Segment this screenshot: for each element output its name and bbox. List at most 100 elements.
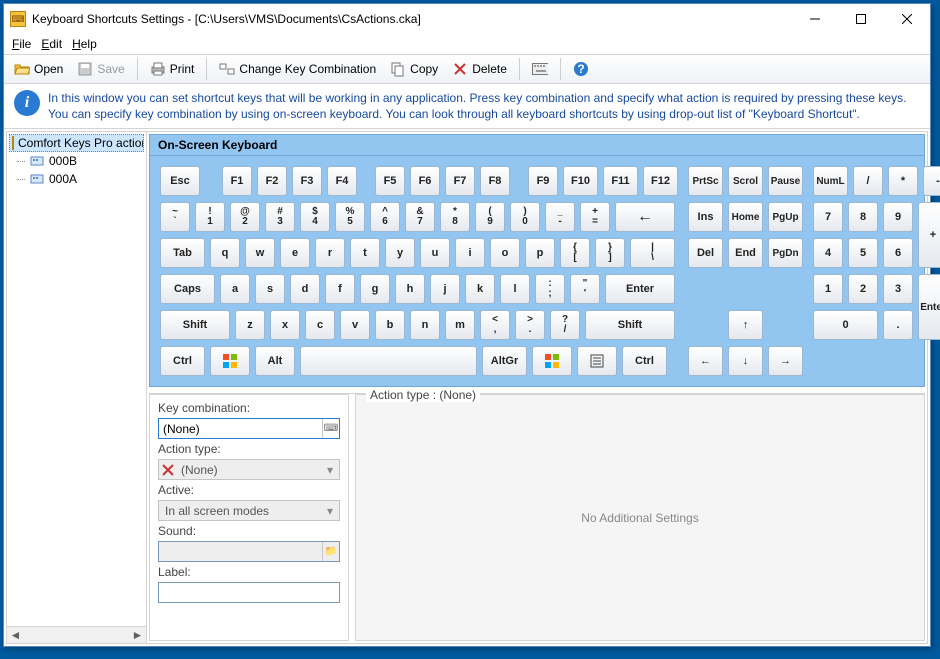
- key-8[interactable]: *8: [440, 202, 470, 232]
- key-esc[interactable]: Esc: [160, 166, 200, 196]
- menu-help[interactable]: Help: [72, 37, 97, 51]
- key-l[interactable]: l: [500, 274, 530, 304]
- key-num9[interactable]: 9: [883, 202, 913, 232]
- key-h[interactable]: h: [395, 274, 425, 304]
- key-slash[interactable]: ?/: [550, 310, 580, 340]
- minimize-button[interactable]: [792, 4, 838, 34]
- key-t[interactable]: t: [350, 238, 380, 268]
- key-lwin[interactable]: [210, 346, 250, 376]
- key-down[interactable]: ↓: [728, 346, 763, 376]
- tree-item[interactable]: 000A: [9, 170, 144, 188]
- key-up[interactable]: ↑: [728, 310, 763, 340]
- key-f12[interactable]: F12: [643, 166, 678, 196]
- key-d[interactable]: d: [290, 274, 320, 304]
- key-num0[interactable]: 0: [813, 310, 878, 340]
- key-f3[interactable]: F3: [292, 166, 322, 196]
- key-f9[interactable]: F9: [528, 166, 558, 196]
- key-tab[interactable]: Tab: [160, 238, 205, 268]
- key-scroll[interactable]: Scrol: [728, 166, 763, 196]
- key-menu[interactable]: [577, 346, 617, 376]
- key-5[interactable]: %5: [335, 202, 365, 232]
- key-comma[interactable]: <,: [480, 310, 510, 340]
- scroll-right-icon[interactable]: ►: [129, 627, 146, 643]
- key-u[interactable]: u: [420, 238, 450, 268]
- tree-item[interactable]: 000B: [9, 152, 144, 170]
- keyboard-picker-icon[interactable]: ⌨: [322, 419, 339, 438]
- key-p[interactable]: p: [525, 238, 555, 268]
- close-button[interactable]: [884, 4, 930, 34]
- key-f4[interactable]: F4: [327, 166, 357, 196]
- key-9[interactable]: (9: [475, 202, 505, 232]
- key-q[interactable]: q: [210, 238, 240, 268]
- key-pgup[interactable]: PgUp: [768, 202, 803, 232]
- key-f[interactable]: f: [325, 274, 355, 304]
- key-lshift[interactable]: Shift: [160, 310, 230, 340]
- delete-button[interactable]: Delete: [448, 59, 511, 79]
- key-numdiv[interactable]: /: [853, 166, 883, 196]
- copy-button[interactable]: Copy: [386, 59, 442, 79]
- key-1[interactable]: !1: [195, 202, 225, 232]
- key-f5[interactable]: F5: [375, 166, 405, 196]
- key-num4[interactable]: 4: [813, 238, 843, 268]
- key-3[interactable]: #3: [265, 202, 295, 232]
- key-semicolon[interactable]: :;: [535, 274, 565, 304]
- key-0[interactable]: )0: [510, 202, 540, 232]
- key-caps[interactable]: Caps: [160, 274, 215, 304]
- key-b[interactable]: b: [375, 310, 405, 340]
- key-left[interactable]: ←: [688, 346, 723, 376]
- key-f8[interactable]: F8: [480, 166, 510, 196]
- key-quote[interactable]: "': [570, 274, 600, 304]
- key-period[interactable]: >.: [515, 310, 545, 340]
- title-bar[interactable]: ⌨ Keyboard Shortcuts Settings - [C:\User…: [4, 4, 930, 34]
- save-button[interactable]: Save: [73, 59, 128, 79]
- open-button[interactable]: Open: [10, 59, 67, 79]
- key-num7[interactable]: 7: [813, 202, 843, 232]
- key-minus[interactable]: _-: [545, 202, 575, 232]
- key-grave[interactable]: ~`: [160, 202, 190, 232]
- key-del[interactable]: Del: [688, 238, 723, 268]
- key-w[interactable]: w: [245, 238, 275, 268]
- key-prtsc[interactable]: PrtSc: [688, 166, 723, 196]
- key-num1[interactable]: 1: [813, 274, 843, 304]
- key-e[interactable]: e: [280, 238, 310, 268]
- key-f6[interactable]: F6: [410, 166, 440, 196]
- key-n[interactable]: n: [410, 310, 440, 340]
- key-numdot[interactable]: .: [883, 310, 913, 340]
- key-num5[interactable]: 5: [848, 238, 878, 268]
- keyboard-button[interactable]: [528, 59, 552, 79]
- key-pgdn[interactable]: PgDn: [768, 238, 803, 268]
- menu-file[interactable]: File: [12, 37, 31, 51]
- key-ins[interactable]: Ins: [688, 202, 723, 232]
- key-backspace[interactable]: ←: [615, 202, 675, 232]
- key-num3[interactable]: 3: [883, 274, 913, 304]
- key-a[interactable]: a: [220, 274, 250, 304]
- key-pause[interactable]: Pause: [768, 166, 803, 196]
- key-lalt[interactable]: Alt: [255, 346, 295, 376]
- key-numlock[interactable]: NumL: [813, 166, 848, 196]
- key-7[interactable]: &7: [405, 202, 435, 232]
- tree[interactable]: Comfort Keys Pro actions 000B 000A: [7, 132, 146, 626]
- key-f1[interactable]: F1: [222, 166, 252, 196]
- key-k[interactable]: k: [465, 274, 495, 304]
- key-num6[interactable]: 6: [883, 238, 913, 268]
- key-equals[interactable]: +=: [580, 202, 610, 232]
- key-numenter[interactable]: Enter: [918, 274, 940, 340]
- key-s[interactable]: s: [255, 274, 285, 304]
- key-num2[interactable]: 2: [848, 274, 878, 304]
- key-numsub[interactable]: -: [923, 166, 940, 196]
- menu-edit[interactable]: Edit: [41, 37, 62, 51]
- key-numadd[interactable]: +: [918, 202, 940, 268]
- label-input[interactable]: [158, 582, 340, 603]
- key-2[interactable]: @2: [230, 202, 260, 232]
- key-f11[interactable]: F11: [603, 166, 638, 196]
- key-space[interactable]: [300, 346, 477, 376]
- maximize-button[interactable]: [838, 4, 884, 34]
- key-combination-input[interactable]: ⌨: [158, 418, 340, 439]
- key-m[interactable]: m: [445, 310, 475, 340]
- active-dropdown[interactable]: In all screen modes ▾: [158, 500, 340, 521]
- key-z[interactable]: z: [235, 310, 265, 340]
- help-button[interactable]: ?: [569, 59, 593, 79]
- key-4[interactable]: $4: [300, 202, 330, 232]
- key-lbracket[interactable]: {[: [560, 238, 590, 268]
- key-end[interactable]: End: [728, 238, 763, 268]
